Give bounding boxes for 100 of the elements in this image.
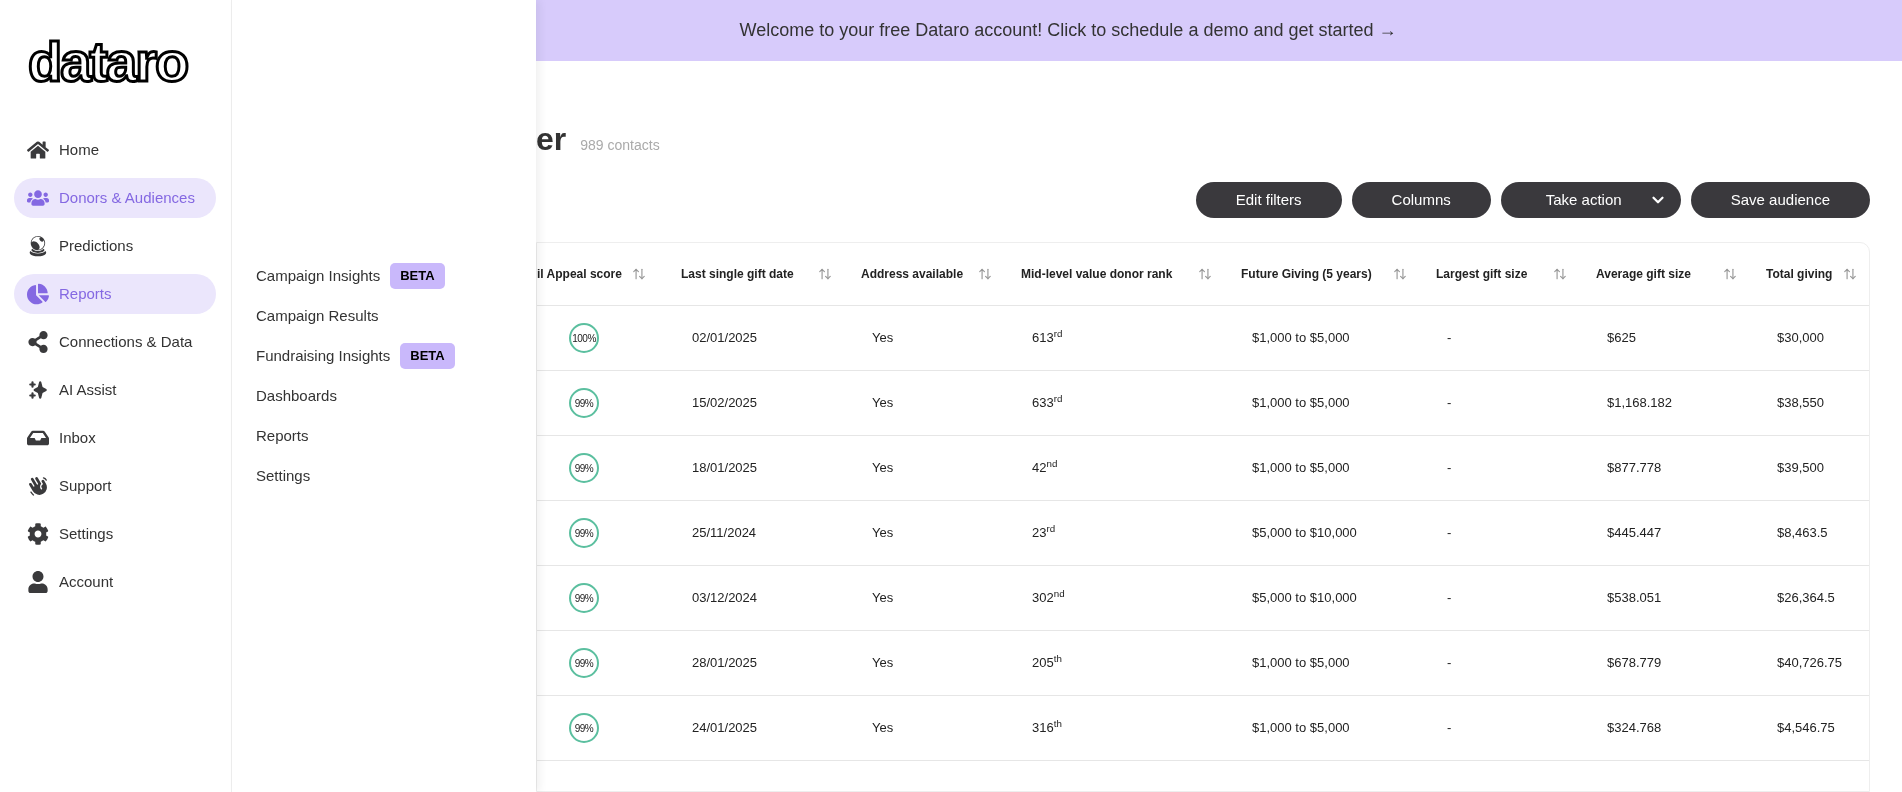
table-cell-text: $1,000 to $5,000	[1252, 459, 1350, 478]
score-badge: 99%	[569, 388, 599, 418]
house-icon	[27, 139, 49, 161]
column-header[interactable]: Address available	[861, 265, 964, 283]
nav-item[interactable]: Account	[14, 562, 216, 602]
table-cell-text: -	[1447, 524, 1452, 543]
share-icon	[27, 331, 49, 353]
submenu-label: Fundraising Insights	[256, 345, 391, 366]
score-badge: 99%	[569, 648, 599, 678]
beta-badge: BETA	[400, 343, 455, 369]
submenu-label: Dashboards	[256, 385, 337, 406]
submenu-item[interactable]: Campaign Insights BETA	[256, 263, 536, 289]
submenu-item[interactable]: Reports	[256, 423, 536, 449]
table-cell-text: $324.768	[1607, 719, 1662, 738]
table-cell-text: $4,546.75	[1777, 719, 1835, 738]
column-header[interactable]: Largest gift size	[1436, 265, 1528, 283]
nav-item[interactable]: AI Assist	[14, 370, 216, 410]
column-header[interactable]: il Appeal score	[537, 265, 622, 283]
table-cell-text: 15/02/2025	[692, 394, 758, 413]
table-cell-text: $1,000 to $5,000	[1252, 719, 1350, 738]
table-cell-text: $1,000 to $5,000	[1252, 394, 1350, 413]
table-cell-text: Yes	[872, 329, 894, 348]
column-header[interactable]: Future Giving (5 years)	[1241, 265, 1372, 283]
sort-icon[interactable]	[1393, 267, 1407, 281]
table-cell-text: Yes	[872, 589, 894, 608]
column-header[interactable]: Last single gift date	[681, 265, 794, 283]
score-badge: 99%	[569, 713, 599, 743]
table-cell-text: $625	[1607, 329, 1636, 348]
table-cell-text: $38,550	[1777, 394, 1824, 413]
person-icon	[27, 571, 49, 593]
score-badge: 100%	[569, 323, 599, 353]
table-cell-text: Yes	[872, 394, 894, 413]
table-row[interactable]: 99% 24/01/2025 Yes 316$^{th}$ $1,000 to $5,000 - $324.768 $4,546.75	[537, 696, 1869, 761]
toolbar-button[interactable]: Edit filters	[1195, 182, 1342, 218]
table-cell: 633$^{rd}$	[1032, 393, 1063, 413]
submenu-item[interactable]: Fundraising Insights BETA	[256, 343, 536, 369]
table-cell: 613$^{rd}$	[1032, 328, 1063, 348]
nav-item[interactable]: Support	[14, 466, 216, 506]
nav-item[interactable]: Predictions	[14, 226, 216, 266]
score-badge: 99%	[569, 453, 599, 483]
table-cell-text: $678.779	[1607, 654, 1662, 673]
table-cell-text: $538.051	[1607, 589, 1662, 608]
score-badge: 99%	[569, 518, 599, 548]
nav-item[interactable]: Inbox	[14, 418, 216, 458]
table-cell-text: -	[1447, 394, 1452, 413]
welcome-banner[interactable]: Welcome to your free Dataro account! Click to schedule a demo and get started →	[536, 0, 1902, 61]
table-cell-text: $445.447	[1607, 524, 1662, 543]
table-cell: 302$^{nd}$	[1032, 588, 1065, 608]
toolbar-button[interactable]: Save audience	[1690, 182, 1870, 218]
sort-icon[interactable]	[1553, 267, 1567, 281]
sort-icon[interactable]	[632, 267, 646, 281]
column-header[interactable]: Average gift size	[1596, 265, 1691, 283]
table-cell-text: $1,168.182	[1607, 394, 1673, 413]
sort-icon[interactable]	[978, 267, 992, 281]
table-cell-text: $1,000 to $5,000	[1252, 329, 1350, 348]
toolbar-button[interactable]: Take action	[1500, 182, 1681, 218]
column-header[interactable]: Total giving	[1766, 265, 1833, 283]
table-cell-text: -	[1447, 459, 1452, 478]
table-cell-text: $5,000 to $10,000	[1252, 524, 1357, 543]
sort-icon[interactable]	[1843, 267, 1857, 281]
logo[interactable]: dataro	[28, 30, 188, 93]
table-cell-text: 25/11/2024	[692, 524, 757, 543]
sparkles-icon	[27, 379, 49, 401]
nav-item[interactable]: Connections & Data	[14, 322, 216, 362]
toolbar-button[interactable]: Columns	[1351, 182, 1491, 218]
submenu-item[interactable]: Campaign Results	[256, 303, 536, 329]
pie-chart-icon	[27, 283, 49, 305]
table-row[interactable]: 99% 18/01/2025 Yes 42$^{nd}$ $1,000 to $5,000 - $877.778 $39,500	[537, 436, 1869, 501]
table-cell-text: 18/01/2025	[692, 459, 758, 478]
table-cell-text: $30,000	[1777, 329, 1824, 348]
submenu-label: Campaign Insights	[256, 265, 381, 286]
nav-item[interactable]: Home	[14, 130, 216, 170]
submenu-item[interactable]: Settings	[256, 463, 536, 489]
submenu-label: Reports	[256, 425, 309, 446]
column-header[interactable]: Mid-level value donor rank	[1021, 265, 1173, 283]
table-row[interactable]: 99% 15/02/2025 Yes 633$^{rd}$ $1,000 to $5,000 - $1,168.182 $38,550	[537, 371, 1869, 436]
sort-icon[interactable]	[1723, 267, 1737, 281]
table-row[interactable]: 99% 25/11/2024 Yes 23$^{rd}$ $5,000 to $10,000 - $445.447 $8,463.5	[537, 501, 1869, 566]
table-cell: 205$^{th}$	[1032, 653, 1062, 673]
table-cell: 42$^{nd}$	[1032, 458, 1058, 478]
table-row[interactable]: 99% 28/01/2025 Yes 205$^{th}$ $1,000 to $5,000 - $678.779 $40,726.75	[537, 631, 1869, 696]
table-cell-text: $39,500	[1777, 459, 1824, 478]
score-badge: 99%	[569, 583, 599, 613]
sort-icon[interactable]	[1198, 267, 1212, 281]
table-cell-text: Yes	[872, 459, 894, 478]
nav-item[interactable]: Settings	[14, 514, 216, 554]
submenu-label: Campaign Results	[256, 305, 379, 326]
submenu-item[interactable]: Dashboards	[256, 383, 536, 409]
sort-icon[interactable]	[818, 267, 832, 281]
table-cell-text: 02/01/2025	[692, 329, 758, 348]
people-icon	[27, 187, 49, 209]
table-cell-text: 03/12/2024	[692, 589, 758, 608]
table-cell-text: $1,000 to $5,000	[1252, 654, 1350, 673]
beta-badge: BETA	[390, 263, 445, 289]
table-row[interactable]: 99% 03/12/2024 Yes 302$^{nd}$ $5,000 to $10,000 - $538.051 $26,364.5	[537, 566, 1869, 631]
table-row[interactable]: 100% 02/01/2025 Yes 613$^{rd}$ $1,000 to $5,000 - $625 $30,000	[537, 306, 1869, 371]
table-cell-text: -	[1447, 589, 1452, 608]
table-cell: 316$^{th}$	[1032, 718, 1062, 738]
table-cell-text: $5,000 to $10,000	[1252, 589, 1357, 608]
table-cell-text: 24/01/2025	[692, 719, 758, 738]
